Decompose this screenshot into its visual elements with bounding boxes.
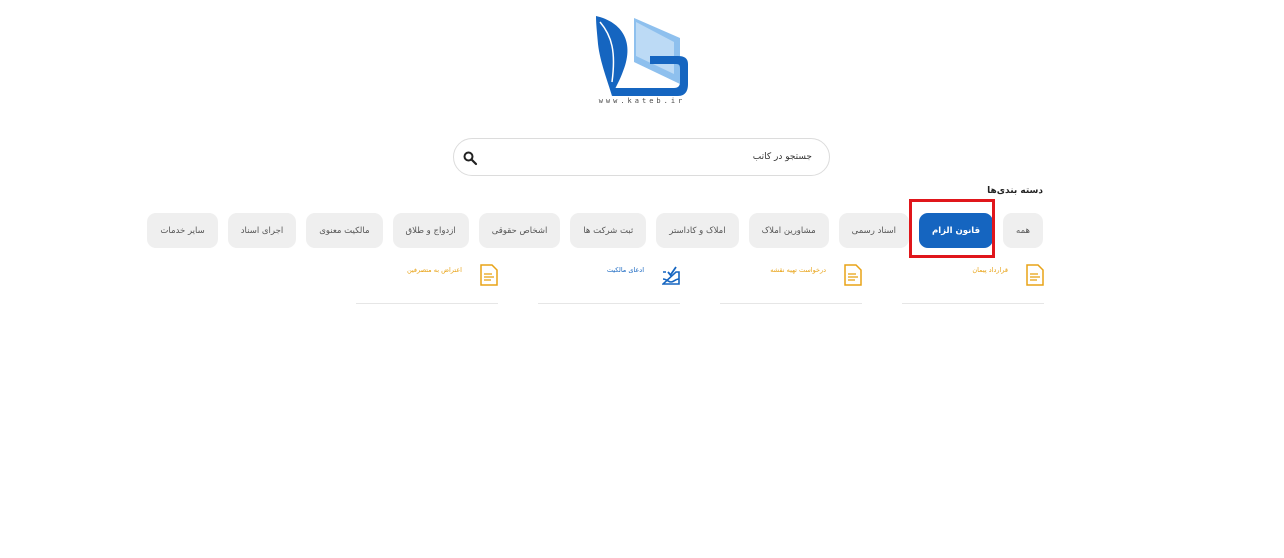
document-icon bbox=[1026, 264, 1044, 286]
category-chip-property-cadastre[interactable]: املاک و کاداستر bbox=[656, 213, 739, 248]
search-input[interactable] bbox=[490, 139, 820, 175]
kateb-logo bbox=[596, 16, 688, 96]
search-bar[interactable] bbox=[453, 138, 830, 176]
category-chip-official-documents[interactable]: اسناد رسمی bbox=[838, 213, 909, 248]
category-chip-enforcement-law[interactable]: قانون الزام bbox=[919, 213, 994, 248]
document-item[interactable]: ادعای مالکیت bbox=[538, 258, 680, 304]
document-label: قرارداد پیمان bbox=[972, 266, 1008, 274]
category-chip-real-estate-consultants[interactable]: مشاورین املاک bbox=[748, 213, 829, 248]
category-chip-company-registration[interactable]: ثبت شرکت ها bbox=[570, 213, 647, 248]
logo-url: www.kateb.ir bbox=[598, 97, 686, 105]
category-chip-intellectual-property[interactable]: مالکیت معنوی bbox=[306, 213, 383, 248]
document-item[interactable]: درخواست تهیه نقشه bbox=[720, 258, 862, 304]
document-item[interactable]: اعتراض به متصرفین bbox=[356, 258, 498, 304]
document-icon bbox=[844, 264, 862, 286]
category-chips: همه قانون الزام اسناد رسمی مشاورین املاک… bbox=[118, 213, 1043, 248]
inbox-check-icon bbox=[662, 266, 680, 285]
category-chip-legal-entities[interactable]: اشخاص حقوقی bbox=[478, 213, 561, 248]
document-label: اعتراض به متصرفین bbox=[406, 266, 462, 274]
category-chip-document-execution[interactable]: اجرای اسناد bbox=[227, 213, 297, 248]
document-item[interactable]: قرارداد پیمان bbox=[902, 258, 1044, 304]
document-icon bbox=[480, 264, 498, 286]
category-chip-other-services[interactable]: سایر خدمات bbox=[147, 213, 218, 248]
document-label: ادعای مالکیت bbox=[606, 266, 644, 274]
categories-title: دسته بندی‌ها bbox=[987, 186, 1043, 196]
category-chip-all[interactable]: همه bbox=[1003, 213, 1043, 248]
document-label: درخواست تهیه نقشه bbox=[770, 266, 826, 274]
document-list: قرارداد پیمان درخواست تهیه نقشه ادعای ما… bbox=[356, 258, 1044, 308]
search-icon[interactable] bbox=[462, 150, 478, 166]
category-chip-marriage-divorce[interactable]: ازدواج و طلاق bbox=[392, 213, 469, 248]
